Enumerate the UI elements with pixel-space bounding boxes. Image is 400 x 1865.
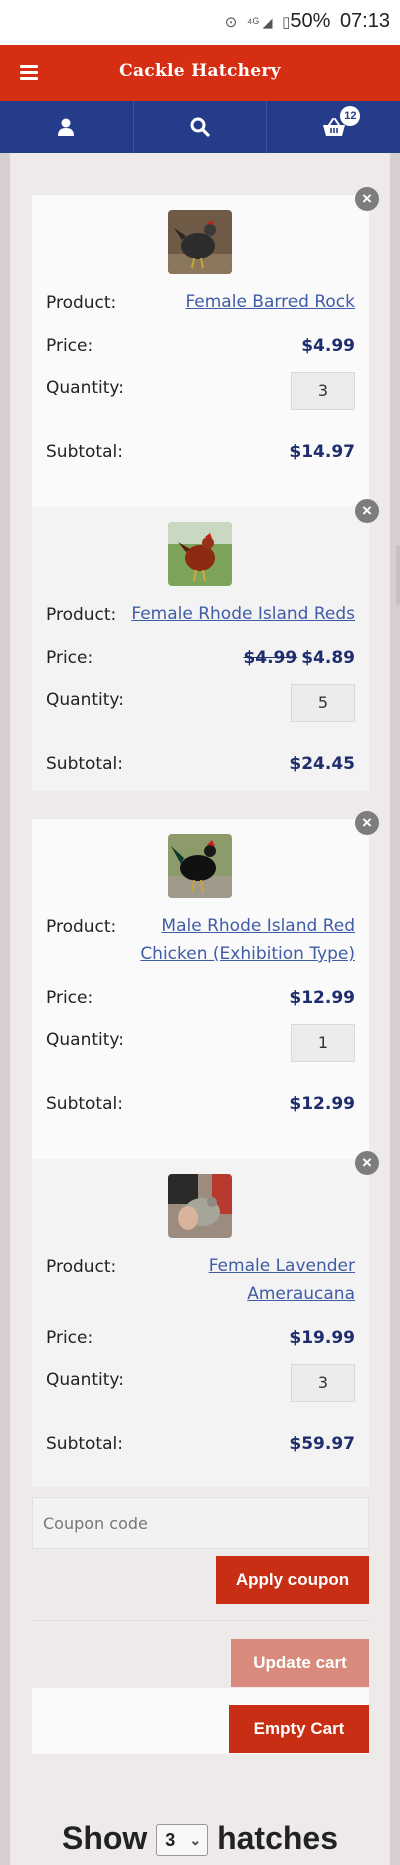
app-header: Cackle Hatchery	[0, 45, 400, 101]
original-price: $4.99	[243, 648, 298, 668]
product-name-line[interactable]: Male Rhode Island Red	[161, 916, 355, 936]
price-label: Price:	[46, 988, 94, 1008]
remove-item-button[interactable]: ×	[355, 499, 379, 523]
chevron-down-icon: ⌄	[189, 1832, 202, 1848]
price-label: Price:	[46, 648, 94, 668]
product-name-link[interactable]: Female Barred Rock	[185, 288, 355, 316]
item-subtotal: $24.45	[289, 754, 355, 774]
show-suffix: hatches	[217, 1820, 339, 1856]
item-subtotal: $12.99	[289, 1094, 355, 1114]
remove-item-button[interactable]: ×	[355, 1151, 379, 1175]
coupon-field[interactable]	[32, 1497, 369, 1549]
status-right: ⊙ ⁴ᴳ ◢ ▯50% 07:13	[221, 10, 390, 33]
subtotal-label: Subtotal:	[46, 754, 123, 774]
quantity-input[interactable]: 3	[291, 1364, 355, 1402]
product-name-line[interactable]: Chicken (Exhibition Type)	[140, 944, 355, 964]
item-subtotal: $59.97	[289, 1434, 355, 1454]
product-name-link[interactable]: Female Rhode Island Reds	[131, 600, 355, 628]
product-thumbnail[interactable]	[168, 522, 232, 586]
sale-price: $4.89	[301, 648, 355, 668]
remove-item-button[interactable]: ×	[355, 811, 379, 835]
quantity-input[interactable]: 3	[291, 372, 355, 410]
product-label: Product:	[46, 293, 117, 313]
product-label: Product:	[46, 917, 117, 937]
item-subtotal: $14.97	[289, 442, 355, 462]
battery-percent: 50%	[290, 10, 331, 32]
page-gutter-right	[390, 153, 400, 1865]
clock: 07:13	[339, 10, 390, 32]
price-label: Price:	[46, 1328, 94, 1348]
quantity-label: Quantity:	[46, 1030, 124, 1050]
cart-item: × Product: Female Lavender Ameraucana Pr…	[32, 1151, 379, 1487]
cart-button[interactable]: 12	[267, 101, 400, 153]
product-name-link[interactable]: Female Lavender Ameraucana	[209, 1252, 355, 1308]
price-label: Price:	[46, 336, 94, 356]
nav-bar: 12	[0, 101, 400, 153]
subtotal-label: Subtotal:	[46, 1434, 123, 1454]
cart-count-badge: 12	[340, 106, 361, 126]
hatch-count-select[interactable]: 3 ⌄	[156, 1824, 209, 1856]
cart-item: × Male Rhode Island Red Chicken (Exhibit…	[32, 811, 379, 1159]
show-prefix: Show	[61, 1820, 148, 1856]
user-icon	[58, 118, 75, 136]
coupon-code-input[interactable]	[33, 1498, 368, 1548]
show-hatches-row: Show 3 ⌄ hatches	[0, 1820, 400, 1857]
cart-item: × Product: Female Barred Rock Price: $4.…	[32, 187, 379, 507]
hatch-count-value: 3	[165, 1830, 176, 1850]
cart-item: × Product: Female Rhode Island Reds Pric…	[32, 499, 379, 791]
apply-coupon-button[interactable]: Apply coupon	[216, 1556, 369, 1604]
divider	[32, 1620, 369, 1621]
empty-cart-button[interactable]: Empty Cart	[229, 1705, 369, 1753]
item-price: $4.99	[301, 336, 355, 356]
status-bar: ⊙ ⁴ᴳ ◢ ▯50% 07:13	[0, 0, 400, 45]
signal-icon: ⁴ᴳ ◢	[246, 15, 273, 30]
product-label: Product:	[46, 1257, 117, 1277]
remove-item-button[interactable]: ×	[355, 187, 379, 211]
quantity-input[interactable]: 1	[291, 1024, 355, 1062]
search-icon	[190, 117, 210, 137]
subtotal-label: Subtotal:	[46, 442, 123, 462]
product-name-link[interactable]: Male Rhode Island Red Chicken (Exhibitio…	[140, 912, 355, 968]
search-button[interactable]	[134, 101, 268, 153]
quantity-label: Quantity:	[46, 690, 124, 710]
product-name-line[interactable]: Female Lavender	[209, 1256, 355, 1276]
product-label: Product:	[46, 605, 117, 625]
scroll-indicator[interactable]	[396, 545, 400, 605]
subtotal-label: Subtotal:	[46, 1094, 123, 1114]
product-name-line[interactable]: Ameraucana	[247, 1284, 355, 1304]
item-price: $12.99	[289, 988, 355, 1008]
product-thumbnail[interactable]	[168, 1174, 232, 1238]
update-cart-button[interactable]: Update cart	[231, 1639, 369, 1687]
quantity-input[interactable]: 5	[291, 684, 355, 722]
brand-title[interactable]: Cackle Hatchery	[0, 61, 400, 81]
product-thumbnail[interactable]	[168, 210, 232, 274]
item-price: $19.99	[289, 1328, 355, 1348]
product-thumbnail[interactable]	[168, 834, 232, 898]
quantity-label: Quantity:	[46, 378, 124, 398]
quantity-label: Quantity:	[46, 1370, 124, 1390]
account-button[interactable]	[0, 101, 134, 153]
item-price: $4.99 $4.89	[243, 648, 355, 668]
sync-icon: ⊙	[224, 14, 238, 31]
page-gutter-left	[0, 153, 10, 1865]
